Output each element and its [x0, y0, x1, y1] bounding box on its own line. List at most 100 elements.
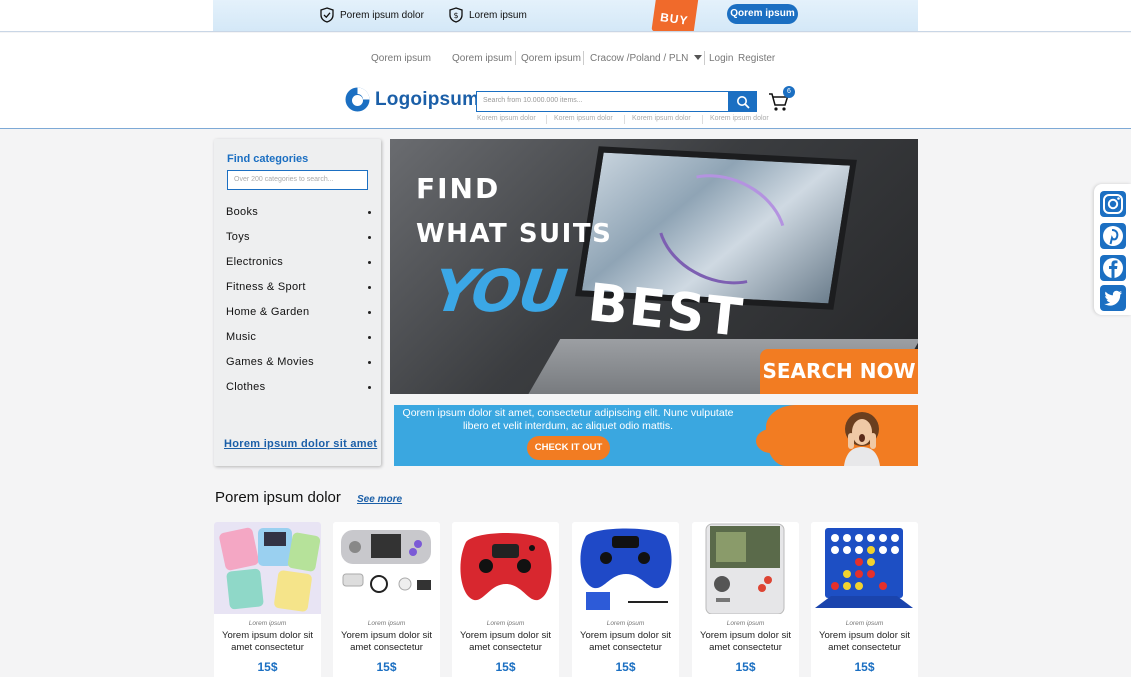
twitter-icon[interactable]	[1099, 284, 1127, 312]
product-category: Lorem ipsum	[845, 620, 884, 627]
product-price: 15$	[854, 660, 875, 674]
product-image	[572, 522, 679, 614]
product-category: Lorem ipsum	[248, 620, 287, 627]
nav-divider	[704, 51, 705, 65]
surprised-person-image	[844, 412, 880, 466]
product-card[interactable]: Lorem ipsum Yorem ipsum dolor sit amet c…	[333, 522, 440, 677]
product-price: 15$	[495, 660, 516, 674]
hero-banner[interactable]: FIND WHAT SUITS YOU BEST SEARCH NOW	[390, 139, 918, 394]
hero-heading-line2: WHAT SUITS	[416, 219, 613, 249]
product-card[interactable]: Lorem ipsum Yorem ipsum dolor sit amet c…	[811, 522, 918, 677]
product-card[interactable]: Lorem ipsum Yorem ipsum dolor sit amet c…	[572, 522, 679, 677]
logo-text: Logoipsum	[375, 88, 480, 110]
nav-divider	[515, 51, 516, 65]
product-category: Lorem ipsum	[367, 620, 406, 627]
bullet-icon	[368, 286, 371, 289]
chevron-down-icon	[694, 55, 703, 60]
sidebar-item-label: Home & Garden	[226, 306, 310, 318]
sidebar-item-music[interactable]: Music	[226, 331, 371, 343]
see-more-link[interactable]: See more	[357, 494, 402, 505]
product-category: Lorem ipsum	[486, 620, 525, 627]
sidebar-item-label: Music	[226, 331, 257, 343]
suggestion-divider	[702, 115, 703, 124]
promo-banner[interactable]: Qorem ipsum dolor sit amet, consectetur …	[394, 405, 918, 466]
suggestion-divider	[546, 115, 547, 124]
bullet-icon	[368, 311, 371, 314]
pinterest-icon[interactable]	[1099, 222, 1127, 250]
shield-check-icon	[320, 7, 334, 23]
instagram-icon[interactable]	[1099, 190, 1127, 218]
category-search-input[interactable]: Over 200 categories to search...	[227, 170, 368, 190]
bullet-icon	[368, 211, 371, 214]
bullet-icon	[368, 261, 371, 264]
sidebar-title: Find categories	[227, 153, 309, 165]
sidebar-item-home-garden[interactable]: Home & Garden	[226, 306, 371, 318]
sidebar-item-fitness[interactable]: Fitness & Sport	[226, 281, 371, 293]
product-category: Lorem ipsum	[606, 620, 645, 627]
search-button[interactable]	[729, 91, 757, 112]
bullet-icon	[368, 236, 371, 239]
cart-count-badge: 6	[783, 86, 795, 98]
product-name: Yorem ipsum dolor sit amet consectetur	[222, 630, 313, 653]
facebook-icon[interactable]	[1099, 254, 1127, 282]
search-now-button[interactable]: SEARCH NOW	[760, 349, 918, 394]
search-suggestion[interactable]: Korem ipsum dolor	[632, 115, 691, 122]
top-nav-link[interactable]: Qorem ipsum	[371, 53, 431, 64]
sidebar-item-label: Games & Movies	[226, 356, 314, 368]
shield-dollar-icon: $	[449, 7, 463, 23]
register-link[interactable]: Register	[738, 53, 775, 64]
check-it-out-button[interactable]: CHECK IT OUT	[527, 436, 610, 460]
product-card[interactable]: Lorem ipsum Yorem ipsum dolor sit amet c…	[692, 522, 799, 677]
product-card[interactable]: Lorem ipsum Yorem ipsum dolor sit amet c…	[452, 522, 559, 677]
product-price: 15$	[615, 660, 636, 674]
promo-strip: Porem ipsum dolor $ Lorem ipsum BUY Qore…	[213, 0, 918, 31]
logo-icon	[345, 87, 370, 112]
login-link[interactable]: Login	[709, 53, 733, 64]
promo-item-dollar: $ Lorem ipsum	[449, 7, 527, 23]
promo-item-label: Lorem ipsum	[469, 9, 527, 21]
promo-item-label: Porem ipsum dolor	[340, 9, 424, 21]
product-image	[333, 522, 440, 614]
top-nav-link[interactable]: Qorem ipsum	[521, 53, 581, 64]
bullet-icon	[368, 336, 371, 339]
sidebar-item-games-movies[interactable]: Games & Movies	[226, 356, 371, 368]
search-input[interactable]: Search from 10.000.000 items...	[476, 91, 729, 112]
search-icon	[737, 96, 750, 109]
hero-heading-line1: FIND	[416, 172, 501, 205]
top-nav-link[interactable]: Qorem ipsum	[452, 53, 512, 64]
sidebar-link[interactable]: Horem ipsum dolor sit amet	[224, 438, 377, 450]
nav-divider	[583, 51, 584, 65]
site-header: Qorem ipsum Qorem ipsum Qorem ipsum Crac…	[0, 33, 1131, 129]
product-price: 15$	[735, 660, 756, 674]
sidebar-item-toys[interactable]: Toys	[226, 231, 371, 243]
product-price: 15$	[376, 660, 397, 674]
logo[interactable]: Logoipsum	[345, 87, 479, 112]
search-suggestion[interactable]: Korem ipsum dolor	[710, 115, 769, 122]
section-title: Porem ipsum dolor	[215, 489, 341, 506]
product-name: Yorem ipsum dolor sit amet consectetur	[700, 630, 791, 653]
sidebar-item-clothes[interactable]: Clothes	[226, 381, 371, 393]
product-name: Yorem ipsum dolor sit amet consectetur	[460, 630, 551, 653]
product-card[interactable]: Lorem ipsum Yorem ipsum dolor sit amet c…	[214, 522, 321, 677]
product-price: 15$	[257, 660, 278, 674]
sidebar-item-label: Books	[226, 206, 259, 218]
bullet-icon	[368, 361, 371, 364]
product-image	[692, 522, 799, 614]
product-name: Yorem ipsum dolor sit amet consectetur	[341, 630, 432, 653]
bullet-icon	[368, 386, 371, 389]
search-suggestion[interactable]: Korem ipsum dolor	[554, 115, 613, 122]
sidebar-item-label: Electronics	[226, 256, 284, 268]
sidebar-item-books[interactable]: Books	[226, 206, 371, 218]
hero-heading-you: YOU	[429, 257, 570, 325]
product-image	[214, 522, 321, 614]
category-sidebar: Find categories Over 200 categories to s…	[214, 139, 381, 466]
product-name: Yorem ipsum dolor sit amet consectetur	[580, 630, 671, 653]
sidebar-item-electronics[interactable]: Electronics	[226, 256, 371, 268]
sidebar-item-label: Clothes	[226, 381, 266, 393]
svg-text:$: $	[453, 11, 458, 20]
promo-item-shield: Porem ipsum dolor	[320, 7, 424, 23]
region-selector[interactable]: Cracow /Poland / PLN	[590, 53, 703, 64]
search-suggestion[interactable]: Korem ipsum dolor	[477, 115, 536, 122]
promo-button[interactable]: Qorem ipsum	[727, 4, 798, 24]
promo-bar: Porem ipsum dolor $ Lorem ipsum BUY Qore…	[0, 0, 1131, 32]
